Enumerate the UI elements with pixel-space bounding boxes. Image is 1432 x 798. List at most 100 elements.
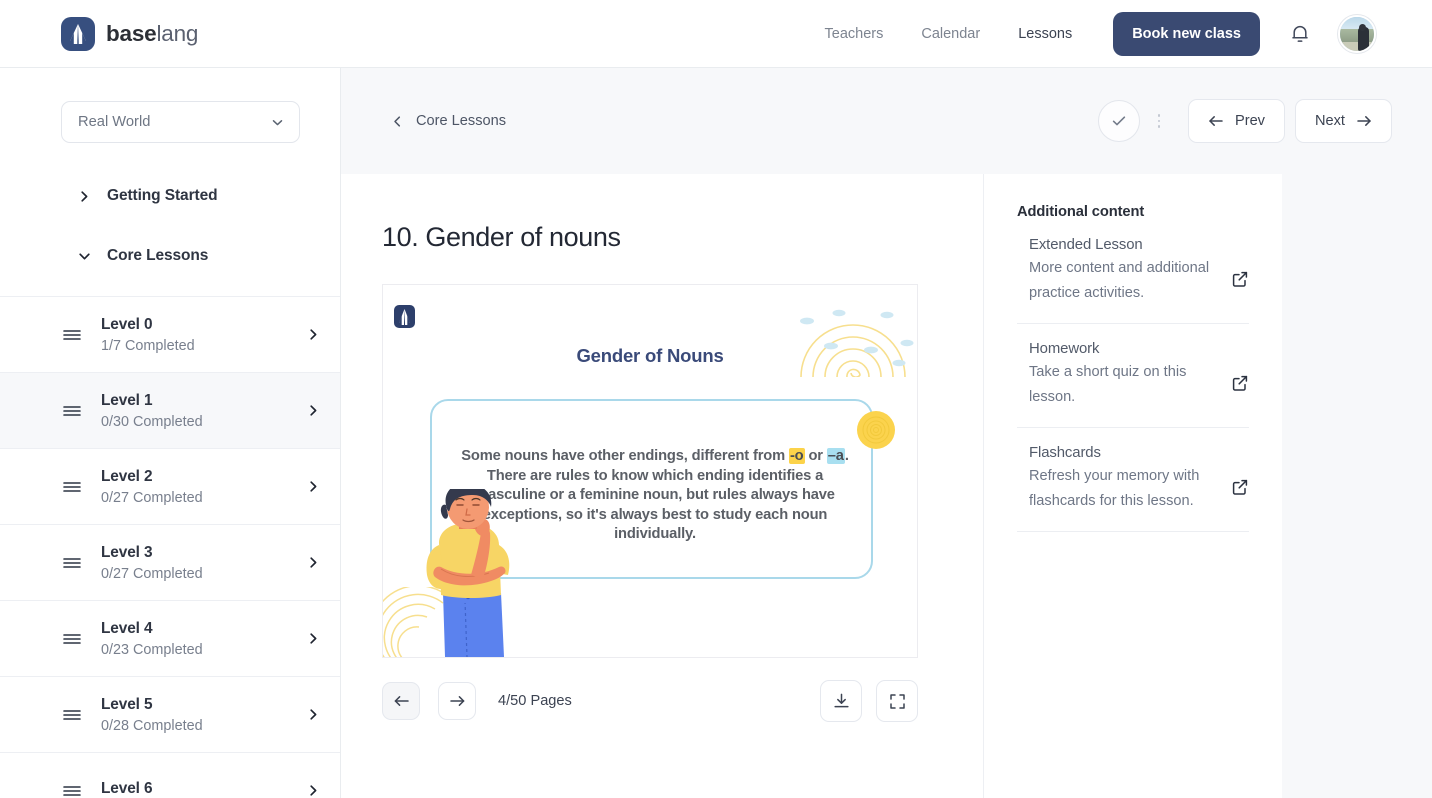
resource-description: More content and additional practice act… (1029, 260, 1210, 301)
level-title: Level 1 (101, 391, 153, 409)
additional-content-heading: Additional content (1017, 204, 1145, 220)
brand-wordmark: baselang (106, 21, 198, 47)
level-text: Level 1 0/30 Completed (101, 392, 307, 430)
baselang-mark-icon (394, 305, 415, 328)
sidebar-section-core-lessons[interactable]: Core Lessons (78, 238, 340, 274)
external-link-icon[interactable] (1231, 374, 1249, 392)
course-select-value: Real World (78, 114, 151, 130)
arrow-left-icon (393, 694, 410, 708)
level-title: Level 0 (101, 315, 153, 333)
list-lines-icon (62, 708, 82, 722)
resource-description: Refresh your memory with flashcards for … (1029, 468, 1200, 509)
resource-description: Take a short quiz on this lesson. (1029, 364, 1187, 405)
chevron-right-icon (307, 708, 320, 721)
list-lines-icon (62, 328, 82, 342)
sidebar-item-level-0[interactable]: Level 0 1/7 Completed (0, 296, 340, 372)
sidebar-section-getting-started[interactable]: Getting Started (78, 178, 340, 214)
breadcrumb[interactable]: Core Lessons (391, 113, 506, 129)
sidebar-item-level-2[interactable]: Level 2 0/27 Completed (0, 448, 340, 524)
chevron-right-icon (307, 328, 320, 341)
level-list: Level 0 1/7 Completed Level 1 0/30 Compl… (0, 296, 340, 798)
sidebar-section-label: Core Lessons (107, 247, 209, 264)
level-text: Level 2 0/27 Completed (101, 468, 307, 506)
toolbar-actions: Prev Next (1097, 99, 1392, 143)
list-lines-icon (62, 556, 82, 570)
thinking-person-illustration (405, 489, 529, 657)
level-title: Level 5 (101, 695, 153, 713)
prev-label: Prev (1234, 113, 1265, 129)
additional-content-panel: Additional content Extended Lesson More … (983, 174, 1282, 798)
sidebar-item-level-3[interactable]: Level 3 0/27 Completed (0, 524, 340, 600)
slide-text-part-2: or (804, 448, 827, 464)
fullscreen-icon (888, 692, 907, 711)
sidebar-item-level-6[interactable]: Level 6 (0, 752, 340, 798)
previous-page-button[interactable] (382, 682, 420, 720)
prev-lesson-button[interactable]: Prev (1187, 99, 1285, 143)
level-text: Level 4 0/23 Completed (101, 620, 307, 658)
lesson-body: 10. Gender of nouns Gender of Nouns Some… (341, 174, 1432, 798)
resource-flashcards[interactable]: Flashcards Refresh your memory with flas… (1017, 428, 1249, 532)
kebab-menu-icon[interactable] (1146, 114, 1172, 128)
slide-heading: Gender of Nouns (576, 345, 724, 366)
level-text: Level 0 1/7 Completed (101, 316, 307, 354)
download-button[interactable] (820, 680, 862, 722)
breadcrumb-label: Core Lessons (416, 113, 507, 129)
highlight-a: –a (826, 448, 845, 464)
fullscreen-button[interactable] (876, 680, 918, 722)
bell-icon (1290, 23, 1310, 45)
avatar[interactable] (1338, 15, 1376, 53)
course-select-dropdown[interactable]: Real World (61, 101, 300, 143)
nav-actions: Teachers Calendar Lessons Book new class (806, 0, 1376, 68)
sidebar-item-level-4[interactable]: Level 4 0/23 Completed (0, 600, 340, 676)
level-progress: 0/30 Completed (101, 413, 203, 430)
chevron-right-icon (307, 556, 320, 569)
level-text: Level 5 0/28 Completed (101, 696, 307, 734)
page-shell: Real World Getting Started Core Lessons (0, 68, 1432, 798)
level-progress: 0/27 Completed (101, 489, 203, 506)
slide-pager: 4/50 Pages (382, 680, 918, 722)
page-title: 10. Gender of nouns (382, 222, 621, 252)
course-sidebar: Real World Getting Started Core Lessons (0, 68, 341, 798)
slide-viewer[interactable]: Gender of Nouns Some nouns have other en… (382, 284, 918, 658)
arrow-right-icon (1356, 114, 1372, 128)
chevron-right-icon (307, 480, 320, 493)
highlight-o: -o (788, 448, 805, 464)
level-text: Level 3 0/27 Completed (101, 544, 307, 582)
lesson-card: 10. Gender of nouns Gender of Nouns Some… (341, 174, 983, 798)
next-page-button[interactable] (438, 682, 476, 720)
next-lesson-button[interactable]: Next (1294, 99, 1392, 143)
sidebar-section-label: Getting Started (107, 187, 218, 204)
level-title: Level 6 (101, 779, 153, 797)
list-lines-icon (62, 480, 82, 494)
chevron-right-icon (307, 784, 320, 797)
arrow-left-icon (1208, 114, 1224, 128)
level-progress: 0/23 Completed (101, 641, 203, 658)
level-text: Level 6 (101, 780, 307, 798)
level-title: Level 3 (101, 543, 153, 561)
mark-complete-button[interactable] (1097, 100, 1140, 142)
level-title: Level 4 (101, 619, 153, 637)
resource-extended-lesson[interactable]: Extended Lesson More content and additio… (1017, 220, 1249, 324)
brand-logo[interactable]: baselang (61, 16, 198, 51)
resource-title: Homework (1029, 341, 1100, 357)
chevron-down-icon (78, 250, 91, 263)
book-new-class-button[interactable]: Book new class (1113, 12, 1260, 56)
nav-item-teachers[interactable]: Teachers (806, 26, 903, 42)
nav-item-lessons[interactable]: Lessons (999, 26, 1091, 42)
lesson-toolbar: Core Lessons Prev Next (341, 68, 1432, 174)
level-progress: 0/27 Completed (101, 565, 203, 582)
check-icon (1110, 112, 1128, 130)
resource-homework[interactable]: Homework Take a short quiz on this lesso… (1017, 324, 1249, 428)
chevron-down-icon (270, 115, 285, 130)
notifications-button[interactable] (1286, 20, 1314, 48)
sidebar-item-level-5[interactable]: Level 5 0/28 Completed (0, 676, 340, 752)
main-content: Core Lessons Prev Next 10. Gender of nou… (341, 68, 1432, 798)
external-link-icon[interactable] (1231, 478, 1249, 496)
level-title: Level 2 (101, 467, 153, 485)
nav-item-calendar[interactable]: Calendar (902, 26, 999, 42)
external-link-icon[interactable] (1231, 270, 1249, 288)
level-progress: 1/7 Completed (101, 337, 195, 354)
list-lines-icon (62, 784, 82, 798)
brand-light: lang (156, 20, 199, 46)
sidebar-item-level-1[interactable]: Level 1 0/30 Completed (0, 372, 340, 448)
